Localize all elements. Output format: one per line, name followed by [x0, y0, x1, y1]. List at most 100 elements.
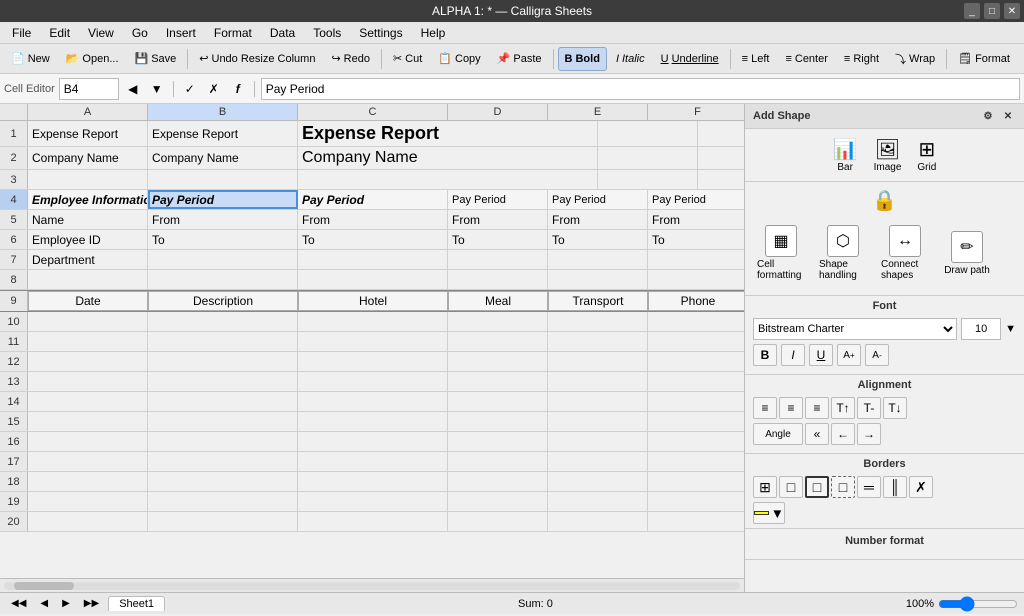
- cell-e3[interactable]: [698, 170, 744, 189]
- border-color-button[interactable]: ▼: [753, 502, 785, 524]
- cut-button[interactable]: ✂ Cut: [386, 47, 429, 71]
- cell-b2[interactable]: Company Name: [148, 147, 298, 169]
- cell-c8[interactable]: [298, 270, 448, 289]
- menu-go[interactable]: Go: [124, 24, 156, 42]
- align-right-button[interactable]: ≡ Right: [837, 47, 886, 71]
- cell-b3[interactable]: [148, 170, 298, 189]
- formula-cancel-button[interactable]: ✗: [204, 79, 224, 99]
- cell-d8[interactable]: [448, 270, 548, 289]
- valign-top-btn[interactable]: T↑: [831, 397, 855, 419]
- close-button[interactable]: ✕: [1004, 3, 1020, 19]
- cell-a6[interactable]: Employee ID: [28, 230, 148, 249]
- menu-help[interactable]: Help: [413, 24, 454, 42]
- shape-handling-tool[interactable]: ⬡ Shape handling: [815, 221, 871, 285]
- cell-d9[interactable]: Meal: [448, 291, 548, 311]
- cell-e4[interactable]: Pay Period: [548, 190, 648, 209]
- panel-close-icon[interactable]: ✕: [1000, 108, 1016, 124]
- menu-insert[interactable]: Insert: [158, 24, 204, 42]
- cell-formatting-tool[interactable]: ▦ Cell formatting: [753, 221, 809, 285]
- cell-a7[interactable]: Department: [28, 250, 148, 269]
- nav-prev-button[interactable]: ◀: [35, 592, 53, 616]
- cell-e9[interactable]: Transport: [548, 291, 648, 311]
- indent-right-btn[interactable]: →: [857, 423, 881, 445]
- font-size-chevron[interactable]: ▼: [1005, 323, 1016, 335]
- grid-shape-button[interactable]: ⊞ Grid: [913, 133, 940, 177]
- bold-button[interactable]: B Bold: [558, 47, 607, 71]
- wrap-button[interactable]: ⤵ Wrap: [888, 47, 942, 71]
- cell-f9[interactable]: Phone: [648, 291, 744, 311]
- horizontal-scrollbar[interactable]: [0, 578, 744, 592]
- color-chevron-icon[interactable]: ▼: [771, 506, 784, 521]
- cell-a4[interactable]: Employee Information: [28, 190, 148, 209]
- indent-left-btn[interactable]: ←: [831, 423, 855, 445]
- underline-button[interactable]: U Underline: [654, 47, 726, 71]
- cell-b5[interactable]: From: [148, 210, 298, 229]
- cell-f4[interactable]: Pay Period: [648, 190, 744, 209]
- open-button[interactable]: 📂 Open...: [59, 47, 126, 71]
- menu-data[interactable]: Data: [262, 24, 303, 42]
- cell-a3[interactable]: [28, 170, 148, 189]
- redo-button[interactable]: ↪ Redo: [324, 47, 377, 71]
- cell-f5[interactable]: From: [648, 210, 744, 229]
- cell-c3[interactable]: [298, 170, 598, 189]
- copy-button[interactable]: 📋 Copy: [431, 47, 487, 71]
- cell-c4[interactable]: Pay Period: [298, 190, 448, 209]
- cell-d2[interactable]: [598, 147, 698, 169]
- menu-view[interactable]: View: [80, 24, 122, 42]
- col-header-f[interactable]: F: [648, 104, 744, 120]
- panel-settings-icon[interactable]: ⚙: [980, 108, 996, 124]
- formula-input[interactable]: [261, 78, 1020, 100]
- align-center-button[interactable]: ≡ Center: [778, 47, 834, 71]
- navigator-left-button[interactable]: ◀: [123, 79, 143, 99]
- menu-edit[interactable]: Edit: [41, 24, 78, 42]
- sheet1-tab[interactable]: Sheet1: [108, 596, 165, 611]
- cell-b6[interactable]: To: [148, 230, 298, 249]
- nav-next-button[interactable]: ▶: [57, 592, 75, 616]
- col-header-e[interactable]: E: [548, 104, 648, 120]
- font-bold-button[interactable]: B: [753, 344, 777, 366]
- align-left-button[interactable]: ≡ Left: [735, 47, 777, 71]
- save-button[interactable]: 💾 Save: [128, 47, 184, 71]
- cell-a1[interactable]: Expense Report: [28, 121, 148, 146]
- undo-button[interactable]: ↩ Undo Resize Column: [192, 47, 322, 71]
- nav-last-button[interactable]: ▶▶: [79, 592, 104, 616]
- navigator-expand-button[interactable]: ▼: [147, 79, 167, 99]
- cell-d5[interactable]: From: [448, 210, 548, 229]
- cell-b9[interactable]: Description: [148, 291, 298, 311]
- cell-reference-input[interactable]: [59, 78, 119, 100]
- font-italic-button[interactable]: I: [781, 344, 805, 366]
- function-button[interactable]: f: [228, 79, 248, 99]
- align-center-btn[interactable]: ≡: [779, 397, 803, 419]
- menu-tools[interactable]: Tools: [305, 24, 349, 42]
- valign-mid-btn[interactable]: T-: [857, 397, 881, 419]
- font-subscript-button[interactable]: A-: [865, 344, 889, 366]
- cell-c7[interactable]: [298, 250, 448, 269]
- cell-b8[interactable]: [148, 270, 298, 289]
- draw-path-tool[interactable]: ✏ Draw path: [939, 227, 995, 280]
- border-outside-button[interactable]: □: [779, 476, 803, 498]
- align-left-btn[interactable]: ≡: [753, 397, 777, 419]
- formula-accept-button[interactable]: ✓: [180, 79, 200, 99]
- new-button[interactable]: 📄 New: [4, 47, 57, 71]
- border-thick-button[interactable]: □: [805, 476, 829, 498]
- font-superscript-button[interactable]: A+: [837, 344, 861, 366]
- restore-button[interactable]: □: [984, 3, 1000, 19]
- paste-button[interactable]: 📌 Paste: [490, 47, 549, 71]
- cell-f7[interactable]: [648, 250, 744, 269]
- format-button[interactable]: 🗒 Format: [951, 47, 1017, 71]
- cell-c6[interactable]: To: [298, 230, 448, 249]
- col-header-c[interactable]: C: [298, 104, 448, 120]
- cell-b4[interactable]: Pay Period: [148, 190, 298, 209]
- border-inner-h-button[interactable]: ═: [857, 476, 881, 498]
- cell-e7[interactable]: [548, 250, 648, 269]
- col-header-a[interactable]: A: [28, 104, 148, 120]
- cell-d3[interactable]: [598, 170, 698, 189]
- border-inner-v-button[interactable]: ║: [883, 476, 907, 498]
- menu-file[interactable]: File: [4, 24, 39, 42]
- minimize-button[interactable]: _: [964, 3, 980, 19]
- cell-e1[interactable]: [698, 121, 744, 146]
- font-size-input[interactable]: [961, 318, 1001, 340]
- align-right-btn[interactable]: ≡: [805, 397, 829, 419]
- cell-a5[interactable]: Name: [28, 210, 148, 229]
- cell-e8[interactable]: [548, 270, 648, 289]
